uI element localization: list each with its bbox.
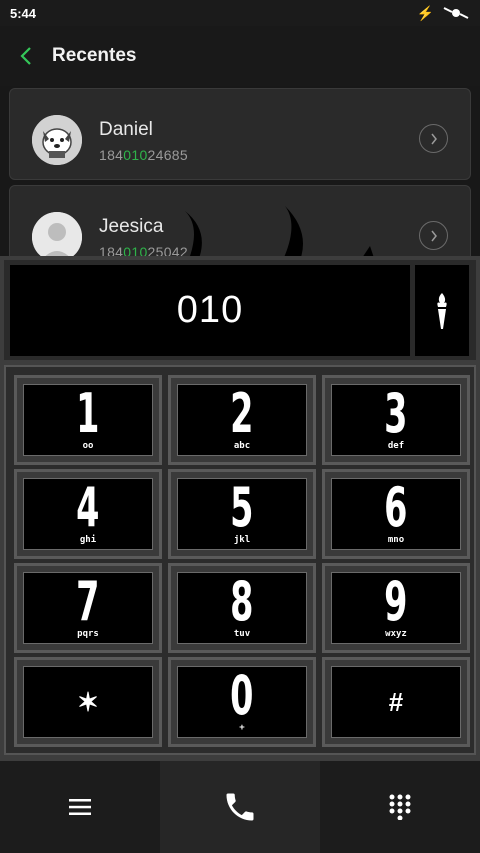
back-button[interactable] bbox=[0, 26, 52, 86]
chevron-left-icon bbox=[20, 47, 31, 65]
key-0-frame: 0 + bbox=[168, 657, 316, 747]
key-3-frame: 3 def bbox=[322, 375, 470, 465]
key-4[interactable]: 4 ghi bbox=[23, 478, 153, 550]
recents-list[interactable]: Daniel 18401024685 Jeesica 18401025042 bbox=[0, 86, 480, 256]
key-9-frame: 9 wxyz bbox=[322, 563, 470, 653]
torch-icon bbox=[437, 292, 447, 329]
phone-icon bbox=[226, 793, 254, 821]
key-1[interactable]: 1 oo bbox=[23, 384, 153, 456]
key-4-frame: 4 ghi bbox=[14, 469, 162, 559]
dog-avatar-icon bbox=[32, 115, 82, 165]
key-6[interactable]: 6 mno bbox=[331, 478, 461, 550]
bottom-nav bbox=[0, 761, 480, 853]
chevron-right-icon bbox=[430, 230, 437, 241]
satellite-icon bbox=[443, 7, 469, 19]
key-8[interactable]: 8 tuv bbox=[177, 572, 307, 644]
key-star-frame: ✶ bbox=[14, 657, 162, 747]
key-1-frame: 1 oo bbox=[14, 375, 162, 465]
status-bar: 5:44 ⚡ bbox=[0, 0, 480, 26]
dialed-number-field[interactable]: 010 bbox=[10, 265, 410, 356]
dialpad-icon bbox=[389, 794, 411, 820]
dialpad-toggle-button[interactable] bbox=[320, 761, 480, 853]
key-hash[interactable]: # bbox=[331, 666, 461, 738]
star-icon: ✶ bbox=[77, 686, 99, 717]
contact-card-jeesica[interactable]: Jeesica 18401025042 bbox=[9, 185, 471, 256]
dial-display-row: 010 bbox=[4, 260, 476, 360]
avatar bbox=[32, 115, 82, 165]
hash-icon: # bbox=[388, 686, 404, 717]
key-digit: 0 bbox=[230, 663, 254, 727]
key-7-frame: 7 pqrs bbox=[14, 563, 162, 653]
key-5-frame: 5 jkl bbox=[168, 469, 316, 559]
background-ornament bbox=[185, 206, 374, 256]
keypad: 1 oo 2 abc 3 def 4 ghi 5 jkl 6 mno 7 pqr… bbox=[4, 365, 476, 755]
key-2-frame: 2 abc bbox=[168, 375, 316, 465]
person-placeholder-icon bbox=[32, 212, 82, 256]
app-bar: Recentes bbox=[0, 26, 480, 86]
key-7[interactable]: 7 pqrs bbox=[23, 572, 153, 644]
call-button[interactable] bbox=[160, 761, 320, 853]
key-6-frame: 6 mno bbox=[322, 469, 470, 559]
contact-details-button[interactable] bbox=[419, 124, 448, 153]
dialer-panel: 010 1 oo 2 abc 3 def 4 ghi 5 jkl 6 mno 7… bbox=[0, 256, 480, 761]
contact-card-daniel[interactable]: Daniel 18401024685 bbox=[9, 88, 471, 180]
page-title: Recentes bbox=[52, 45, 137, 66]
key-digit: 5 bbox=[230, 475, 254, 539]
key-digit: 9 bbox=[384, 569, 408, 633]
key-8-frame: 8 tuv bbox=[168, 563, 316, 653]
menu-button[interactable] bbox=[0, 761, 160, 853]
key-5[interactable]: 5 jkl bbox=[177, 478, 307, 550]
key-digit: 3 bbox=[384, 381, 408, 445]
key-digit: 1 bbox=[76, 381, 100, 445]
torch-button[interactable] bbox=[415, 265, 469, 356]
chevron-right-icon bbox=[430, 133, 437, 144]
key-digit: 6 bbox=[384, 475, 408, 539]
key-digit: 8 bbox=[230, 569, 254, 633]
avatar bbox=[32, 212, 82, 256]
key-9[interactable]: 9 wxyz bbox=[331, 572, 461, 644]
contact-number: 18401025042 bbox=[99, 244, 188, 256]
key-2[interactable]: 2 abc bbox=[177, 384, 307, 456]
contact-name: Jeesica bbox=[99, 216, 164, 237]
key-digit: 4 bbox=[76, 475, 100, 539]
contact-details-button[interactable] bbox=[419, 221, 448, 250]
charging-icon: ⚡ bbox=[416, 4, 434, 21]
status-icons: ⚡ bbox=[417, 5, 470, 22]
key-digit: 7 bbox=[76, 569, 100, 633]
key-3[interactable]: 3 def bbox=[331, 384, 461, 456]
contact-number: 18401024685 bbox=[99, 147, 188, 163]
key-0[interactable]: 0 + bbox=[177, 666, 307, 738]
contact-name: Daniel bbox=[99, 119, 153, 140]
key-star[interactable]: ✶ bbox=[23, 666, 153, 738]
key-hash-frame: # bbox=[322, 657, 470, 747]
key-digit: 2 bbox=[230, 381, 254, 445]
menu-icon bbox=[69, 799, 91, 815]
status-time: 5:44 bbox=[10, 5, 37, 21]
